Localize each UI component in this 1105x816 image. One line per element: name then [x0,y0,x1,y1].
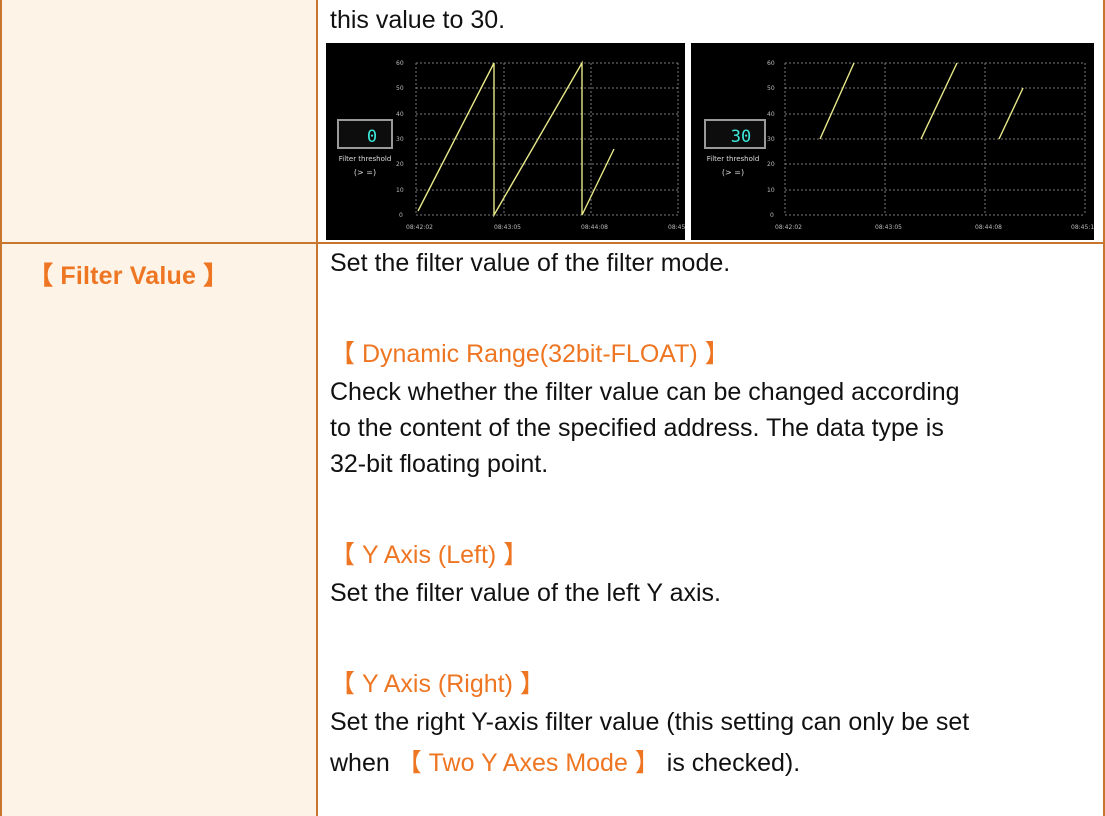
y-tick: 40 [767,111,775,118]
y-tick: 40 [396,111,404,118]
line-prefix: when [330,749,397,777]
y-axis-right-line-2: when 【 Two Y Axes Mode 】 is checked). [330,745,800,781]
y-tick: 10 [767,187,775,194]
x-tick: 08:45:12 [668,224,685,231]
y-axis-right-heading: 【 Y Axis (Right) 】 [330,670,545,698]
x-tick: 08:42:02 [775,224,802,231]
threshold-operator: (> =) [722,168,744,177]
threshold-label: Filter threshold [339,155,392,163]
numeric-display [337,119,393,149]
y-tick: 20 [396,161,404,168]
y-tick: 30 [767,136,775,143]
line-suffix: is checked). [659,749,801,777]
x-tick: 08:44:08 [975,224,1002,231]
x-tick: 08:43:05 [494,224,521,231]
y-axis-left-heading: 【 Y Axis (Left) 】 [330,541,529,569]
y-axis-right-line-1: Set the right Y-axis filter value (this … [330,708,970,736]
trend-segment [920,62,958,140]
y-tick: 60 [767,60,775,67]
y-tick: 20 [767,161,775,168]
threshold-label: Filter threshold [707,155,760,163]
two-y-axes-mode-reference: 【 Two Y Axes Mode 】 [396,749,660,777]
y-tick: 50 [767,85,775,92]
filter-value-description: Set the filter value of the filter mode. [330,249,731,277]
threshold-operator: (> =) [354,168,376,177]
continued-text: this value to 30. [330,6,506,34]
table-border-middle [316,0,318,816]
x-tick: 08:44:08 [581,224,608,231]
y-tick: 0 [399,212,403,219]
table-border-left [0,0,2,816]
dynamic-range-line-1: Check whether the filter value can be ch… [330,378,960,406]
filter-value-label: 【 Filter Value 】 [28,262,229,290]
numeric-display-value: 30 [731,127,751,147]
y-tick: 60 [396,60,404,67]
numeric-display-value: 0 [367,127,377,147]
row-divider [0,242,1105,244]
x-tick: 08:42:02 [406,224,433,231]
label-cell-top [0,0,316,242]
label-cell-filter-value [0,244,316,816]
x-tick: 08:45:12 [1071,224,1094,231]
y-tick: 0 [770,212,774,219]
x-tick: 08:43:05 [875,224,902,231]
dynamic-range-heading: 【 Dynamic Range(32bit-FLOAT) 】 [330,340,730,368]
y-axis-left-line-1: Set the filter value of the left Y axis. [330,579,721,607]
trend-screenshot-threshold-30: 60 50 40 30 20 10 0 08:42:02 08:43:05 08:44:… [691,43,1094,240]
y-tick: 30 [396,136,404,143]
y-tick: 10 [396,187,404,194]
dynamic-range-line-2: to the content of the specified address.… [330,414,944,442]
trend-screenshot-threshold-0: 60 50 40 30 20 10 0 08:42:02 08:43:05 08:44:… [326,43,685,240]
y-tick: 50 [396,85,404,92]
trend-segment [819,62,855,140]
dynamic-range-line-3: 32-bit floating point. [330,450,549,478]
